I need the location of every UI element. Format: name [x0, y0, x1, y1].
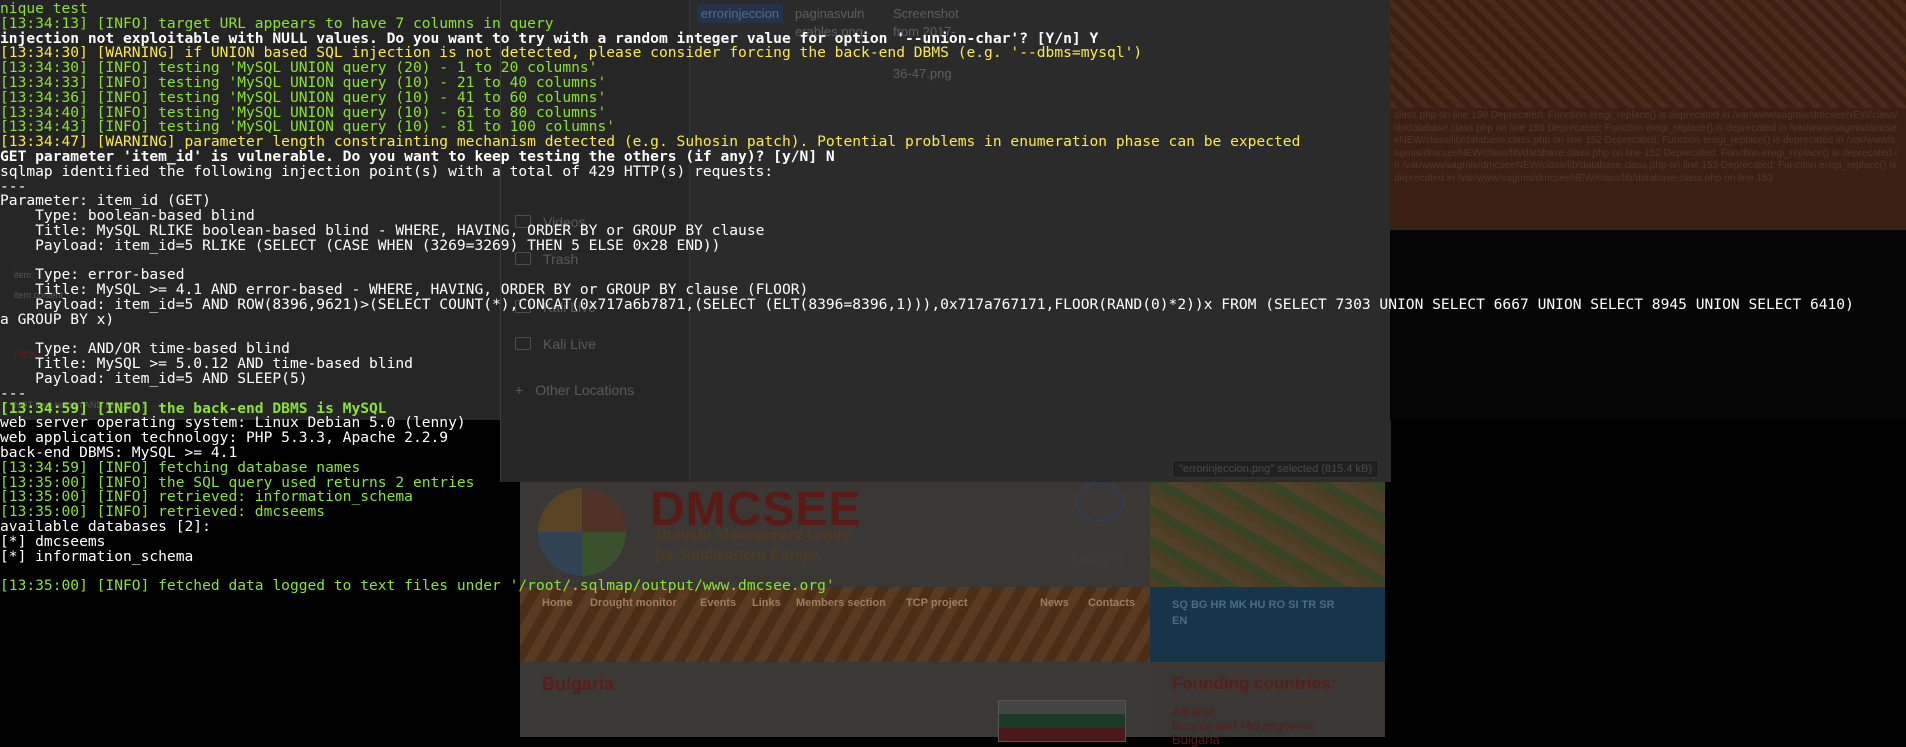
terminal-line: Payload: item_id=5 AND SLEEP(5) [0, 370, 308, 387]
terminal-line: Payload: item_id=5 RLIKE (SELECT (CASE W… [0, 236, 721, 254]
terminal-line: [13:35:00] [INFO] fetched data logged to… [0, 577, 835, 595]
terminal-output[interactable]: nique test [13:34:13] [INFO] target URL a… [0, 0, 1906, 737]
terminal-line: sqlmap identified the following injectio… [0, 162, 774, 180]
terminal-line: [*] information_schema [0, 547, 194, 565]
terminal-line: a GROUP BY x) [0, 310, 115, 328]
terminal-line: Payload: item_id=5 AND ROW(8396,9621)>(S… [0, 296, 1854, 313]
